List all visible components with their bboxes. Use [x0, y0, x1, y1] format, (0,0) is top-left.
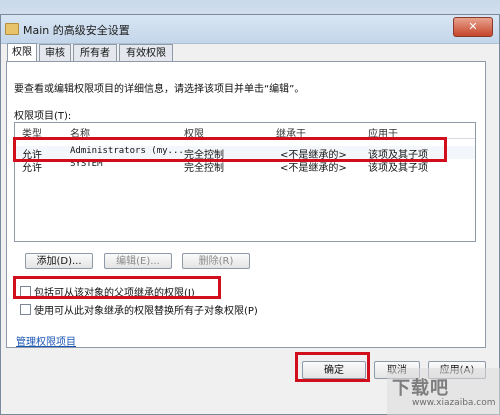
description-text: 要查看或编辑权限项目的详细信息，请选择该项目并单击“编辑”。	[14, 84, 305, 95]
permission-entries-label: 权限项目(T):	[14, 111, 72, 122]
edit-button[interactable]: 编辑(E)...	[104, 253, 172, 269]
add-button[interactable]: 添加(D)...	[25, 253, 93, 269]
manage-permissions-link[interactable]: 管理权限项目	[16, 333, 76, 348]
watermark-logo: 下载吧	[392, 378, 449, 399]
close-button[interactable]: ✕	[453, 17, 493, 37]
watermark-url: www.xiazaiba.com	[412, 398, 496, 408]
tab-permissions[interactable]: 权限	[7, 43, 37, 62]
title-bar: Main 的高级安全设置 ✕	[1, 15, 499, 44]
tab-effective-permissions[interactable]: 有效权限	[119, 44, 173, 61]
replace-child-permissions-checkbox[interactable]	[20, 304, 31, 315]
tab-auditing[interactable]: 审核	[39, 44, 71, 61]
window-title: Main 的高级安全设置	[23, 24, 130, 37]
highlight-inherit-checkbox	[13, 276, 221, 299]
tab-owner[interactable]: 所有者	[73, 44, 117, 61]
replace-child-permissions-label[interactable]: 使用可从此对象继承的权限替换所有子对象权限(P)	[34, 302, 258, 317]
highlight-administrators-row	[13, 137, 447, 162]
folder-icon	[5, 23, 19, 35]
highlight-ok-button	[295, 352, 370, 382]
remove-button[interactable]: 删除(R)	[182, 253, 250, 269]
